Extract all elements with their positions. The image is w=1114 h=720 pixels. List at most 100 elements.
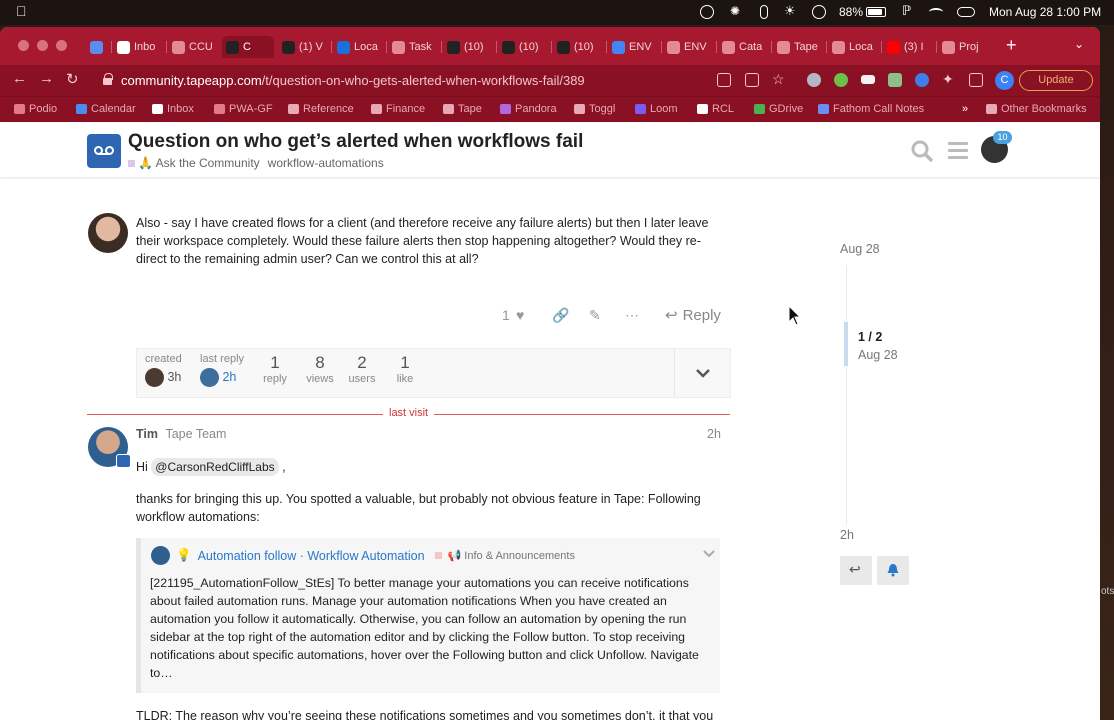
bookmark-item[interactable]: Toggl xyxy=(574,103,615,115)
bookmark-star-icon[interactable]: ☆ xyxy=(772,71,786,87)
link-icon[interactable]: 🔗 xyxy=(552,307,569,324)
browser-tab[interactable]: (3) I xyxy=(883,36,935,58)
brightness-icon[interactable]: ☀ xyxy=(784,3,798,18)
notification-level-button[interactable] xyxy=(877,556,909,585)
browser-tab[interactable]: Cata xyxy=(718,36,770,58)
tag-link[interactable]: workflow-automations xyxy=(268,156,384,170)
bookmark-item[interactable]: RCL xyxy=(697,103,734,115)
browser-tab[interactable]: (10) xyxy=(498,36,550,58)
reload-icon[interactable]: ↻ xyxy=(66,70,79,88)
feed-icon[interactable]: ✺ xyxy=(730,4,744,18)
browser-tab[interactable]: Loca xyxy=(828,36,880,58)
browser-tab[interactable]: (1) V xyxy=(278,36,330,58)
stat-label: reply xyxy=(263,373,287,385)
forward-arrow-icon[interactable]: → xyxy=(39,70,54,87)
timeline-end-date[interactable]: 2h xyxy=(840,528,854,542)
search-icon[interactable] xyxy=(910,139,934,163)
extension-icon[interactable] xyxy=(915,73,929,87)
extension-icon[interactable] xyxy=(861,75,875,84)
minimize-window-button[interactable] xyxy=(37,40,48,51)
download-icon[interactable] xyxy=(717,73,731,87)
extension-icon[interactable] xyxy=(834,73,848,87)
bookmark-item[interactable]: PWA-GF xyxy=(214,103,273,115)
quote-category[interactable]: 📢 Info & Announcements xyxy=(448,549,575,562)
post-author-avatar[interactable] xyxy=(88,213,128,253)
attachment-icon[interactable] xyxy=(760,5,768,19)
heart-icon[interactable]: ♥ xyxy=(516,307,524,323)
bookmark-item[interactable]: Finance xyxy=(371,103,425,115)
puzzle-icon[interactable]: ✦ xyxy=(942,71,956,87)
menubar-clock[interactable]: Mon Aug 28 1:00 PM xyxy=(989,5,1101,19)
bookmark-item[interactable]: Reference xyxy=(288,103,354,115)
tab-separator xyxy=(111,41,112,53)
update-button[interactable]: Update xyxy=(1019,70,1093,91)
tape-logo-icon[interactable] xyxy=(87,134,121,168)
timeline-position: 1 / 2 xyxy=(858,330,883,344)
browser-tab[interactable]: Tape xyxy=(773,36,825,58)
bookmark-item[interactable]: Podio xyxy=(14,103,57,115)
url-text[interactable]: community.tapeapp.com/t/question-on-who-… xyxy=(121,73,585,88)
chevron-down-icon[interactable] xyxy=(703,550,715,558)
bookmark-item[interactable]: Calendar xyxy=(76,103,136,115)
browser-tab[interactable]: Loca xyxy=(333,36,385,58)
quote-title-link[interactable]: Automation follow · Workflow Automation xyxy=(198,549,425,563)
lock-icon[interactable] xyxy=(103,73,113,85)
topic-title[interactable]: Question on who get’s alerted when workf… xyxy=(128,131,583,153)
sidebar-icon[interactable] xyxy=(969,73,983,87)
browser-tab[interactable]: Task xyxy=(388,36,440,58)
timeline-handle[interactable] xyxy=(844,322,848,366)
browser-tab[interactable]: (10) xyxy=(443,36,495,58)
screen-record-icon[interactable] xyxy=(700,5,714,19)
timeline-start-date[interactable]: Aug 28 xyxy=(840,242,880,256)
browser-tab[interactable]: Proj xyxy=(938,36,990,58)
reply-topic-button[interactable]: ↩ xyxy=(840,556,872,585)
reply-button[interactable]: ↩ Reply xyxy=(665,306,721,325)
close-window-button[interactable] xyxy=(18,40,29,51)
more-bookmarks-button[interactable]: » xyxy=(962,103,968,115)
bluetooth-icon[interactable]: ℙ xyxy=(902,3,916,18)
share-icon[interactable] xyxy=(745,73,759,87)
apple-menu-icon[interactable]:  xyxy=(16,3,27,19)
bookmark-icon xyxy=(76,104,87,114)
created-stat[interactable]: created 3h xyxy=(145,353,182,387)
last-reply-stat[interactable]: last reply 2h xyxy=(200,353,244,387)
control-center-icon[interactable] xyxy=(957,7,975,17)
category-link[interactable]: 🙏 Ask the Community xyxy=(128,156,260,170)
other-bookmarks-folder[interactable]: Other Bookmarks xyxy=(986,103,1087,115)
extension-icon[interactable] xyxy=(888,73,902,87)
maximize-window-button[interactable] xyxy=(56,40,67,51)
hamburger-menu-icon[interactable] xyxy=(948,142,968,160)
browser-tab[interactable]: CCU xyxy=(168,36,220,58)
tab-search-chevron-icon[interactable]: ⌄ xyxy=(1074,37,1084,51)
address-bar[interactable]: community.tapeapp.com/t/question-on-who-… xyxy=(95,68,795,93)
new-tab-button[interactable]: + xyxy=(1006,35,1017,56)
bookmark-item[interactable]: GDrive xyxy=(754,103,803,115)
user-mention[interactable]: @CarsonRedCliffLabs xyxy=(151,458,279,476)
browser-tab[interactable]: C xyxy=(222,36,274,58)
bookmark-item[interactable]: Inbox xyxy=(152,103,194,115)
bookmark-item[interactable]: Pandora xyxy=(500,103,557,115)
browser-tab[interactable]: ENV xyxy=(608,36,660,58)
topic-content: Also - say I have created flows for a cl… xyxy=(0,177,1100,720)
edit-pencil-icon[interactable]: ✎ xyxy=(589,307,601,324)
wifi-icon[interactable] xyxy=(929,8,943,16)
browser-tab[interactable]: Inbo xyxy=(113,36,165,58)
post-age[interactable]: 2h xyxy=(707,427,721,441)
expand-topic-map-button[interactable] xyxy=(674,349,731,397)
more-options-icon[interactable]: ⋯ xyxy=(625,307,639,324)
bookmark-item[interactable]: Loom xyxy=(635,103,678,115)
back-arrow-icon[interactable]: ← xyxy=(12,70,27,87)
browser-tab[interactable]: (10) xyxy=(553,36,605,58)
extension-icon[interactable] xyxy=(807,73,821,87)
battery-icon[interactable] xyxy=(866,7,886,17)
bookmark-item[interactable]: Fathom Call Notes xyxy=(818,103,924,115)
profile-avatar[interactable]: C xyxy=(995,71,1014,90)
play-icon[interactable] xyxy=(812,5,826,19)
bookmark-item[interactable]: Tape xyxy=(443,103,482,115)
notification-badge[interactable]: 10 xyxy=(993,131,1012,144)
author-name[interactable]: Tim xyxy=(136,427,158,441)
tab-favicon-icon xyxy=(447,40,460,54)
timeline-scrollbar[interactable] xyxy=(846,265,847,525)
browser-tab[interactable]: ENV xyxy=(663,36,715,58)
browser-tab[interactable] xyxy=(86,36,110,58)
